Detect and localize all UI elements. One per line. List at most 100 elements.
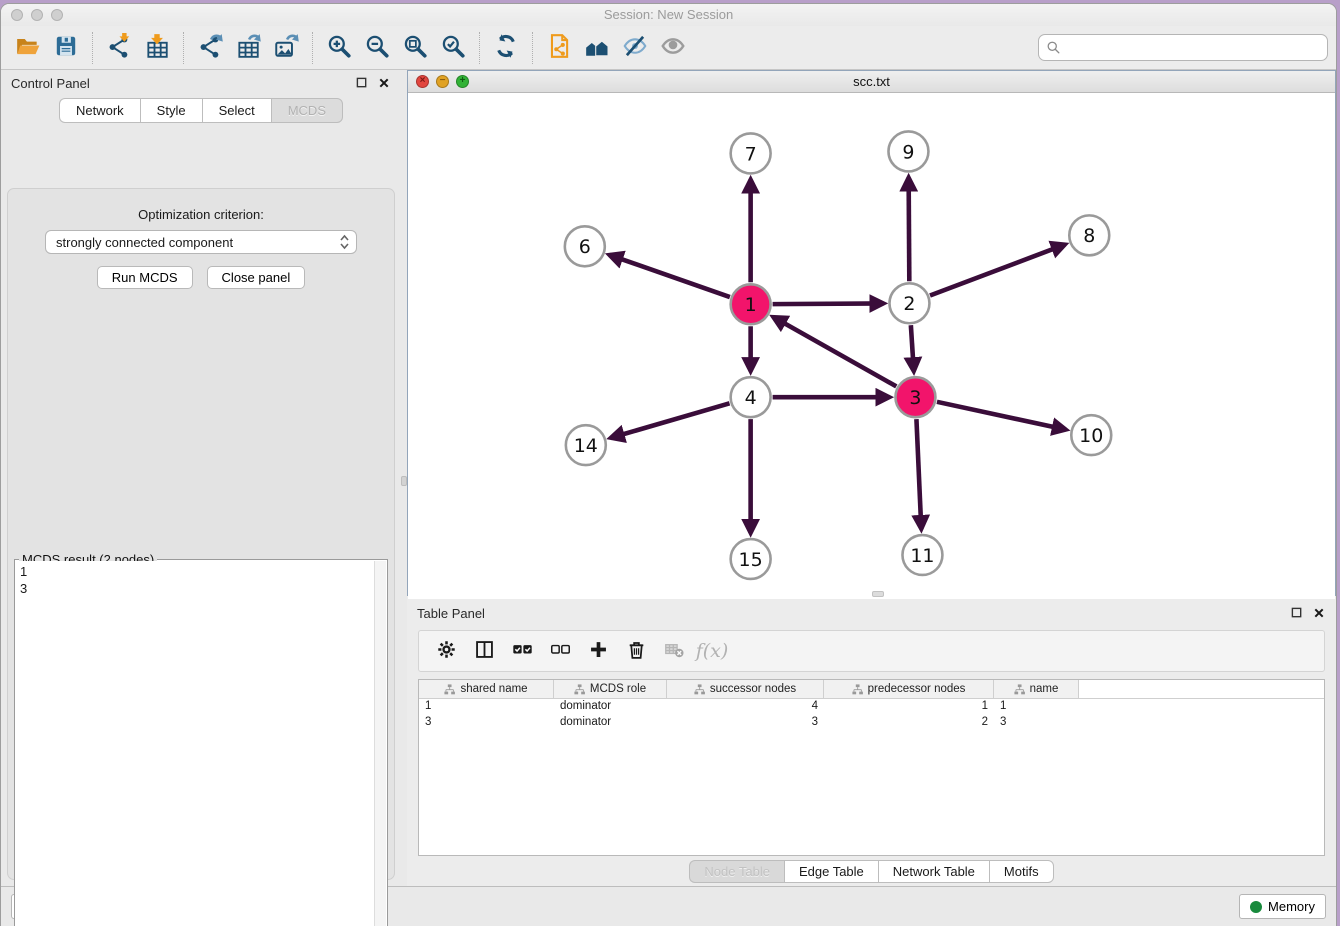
delete-columns-button[interactable]	[619, 634, 653, 668]
network-window-grip[interactable]	[872, 591, 884, 597]
column-header-MCDS-role[interactable]: MCDS role	[554, 680, 667, 698]
window-minimize-button[interactable]	[31, 9, 43, 21]
show-all-button[interactable]	[654, 30, 692, 66]
table-cell[interactable]: 2	[824, 715, 994, 731]
table-settings-button[interactable]	[429, 634, 463, 668]
memory-button[interactable]: Memory	[1239, 894, 1326, 919]
graph-node-10[interactable]: 10	[1071, 415, 1111, 455]
window-close-button[interactable]	[11, 9, 23, 21]
export-table-button[interactable]	[229, 30, 267, 66]
search-icon	[1046, 40, 1061, 55]
graph-edge-2-9[interactable]	[909, 177, 910, 281]
mcds-result-scrollbar[interactable]	[374, 561, 386, 926]
graph-node-15[interactable]: 15	[731, 539, 771, 579]
table-cell[interactable]: 4	[667, 699, 824, 715]
graph-edge-2-3[interactable]	[911, 325, 914, 371]
import-table-button[interactable]	[138, 30, 176, 66]
graph-edge-3-10[interactable]	[937, 402, 1066, 430]
open-file-icon	[15, 33, 41, 62]
column-header-shared-name[interactable]: shared name	[419, 680, 554, 698]
table-cell[interactable]: dominator	[554, 699, 667, 715]
graph-node-11[interactable]: 11	[902, 535, 942, 575]
tab-edge-table[interactable]: Edge Table	[784, 860, 878, 883]
table-row[interactable]: 1dominator411	[419, 699, 1324, 715]
zoom-selected-button[interactable]	[434, 30, 472, 66]
graph-node-8[interactable]: 8	[1069, 215, 1109, 255]
mcds-result-box: MCDS result (2 nodes) 13	[14, 559, 388, 926]
mcds-result-text[interactable]: 13	[16, 561, 374, 926]
table-panel-close-icon[interactable]	[1311, 606, 1326, 621]
deselect-all-button[interactable]	[543, 634, 577, 668]
tab-motifs[interactable]: Motifs	[989, 860, 1054, 883]
import-network-button[interactable]	[100, 30, 138, 66]
search-input[interactable]	[1038, 34, 1328, 61]
graph-edge-1-2[interactable]	[773, 303, 884, 304]
graph-node-label: 4	[745, 387, 757, 409]
control-panel-float-icon[interactable]	[354, 76, 369, 91]
table-cell[interactable]: 3	[667, 715, 824, 731]
zoom-out-button[interactable]	[358, 30, 396, 66]
delete-table-button	[657, 634, 691, 668]
tab-network-table[interactable]: Network Table	[878, 860, 989, 883]
graph-node-label: 3	[909, 387, 921, 409]
network-canvas[interactable]: 7 9 6 8 1 2 4 3 14 10 15 11	[408, 93, 1335, 599]
close-panel-button[interactable]: Close panel	[207, 266, 306, 289]
apply-layout-button[interactable]	[487, 30, 525, 66]
window-zoom-button[interactable]	[51, 9, 63, 21]
stepper-arrows-icon	[339, 234, 350, 250]
zoom-in-button[interactable]	[320, 30, 358, 66]
tab-mcds[interactable]: MCDS	[271, 98, 343, 123]
tab-style[interactable]: Style	[140, 98, 202, 123]
add-column-button[interactable]	[581, 634, 615, 668]
graph-edge-2-8[interactable]	[930, 245, 1065, 296]
graph-node-6[interactable]: 6	[565, 226, 605, 266]
zoom-fit-button[interactable]	[396, 30, 434, 66]
tab-network[interactable]: Network	[59, 98, 140, 123]
graph-node-7[interactable]: 7	[731, 133, 771, 173]
toggle-panel-mode-button[interactable]	[467, 634, 501, 668]
graph-node-1[interactable]: 1	[731, 284, 771, 324]
graph-node-3[interactable]: 3	[895, 377, 935, 417]
graph-node-2[interactable]: 2	[889, 283, 929, 323]
save-session-button[interactable]	[47, 30, 85, 66]
table-cell[interactable]: dominator	[554, 715, 667, 731]
column-header-successor-nodes[interactable]: successor nodes	[667, 680, 824, 698]
table-cell[interactable]: 3	[994, 715, 1079, 731]
toolbar-separator	[92, 32, 93, 64]
network-minimize-button[interactable]: −	[436, 75, 449, 88]
network-zoom-button[interactable]: +	[456, 75, 469, 88]
graph-node-14[interactable]: 14	[566, 425, 606, 465]
graph-edge-3-11[interactable]	[916, 419, 921, 529]
graph-node-label: 9	[902, 141, 914, 163]
graph-edge-4-14[interactable]	[611, 403, 730, 438]
export-network-button[interactable]	[191, 30, 229, 66]
export-image-button[interactable]	[267, 30, 305, 66]
graph-edge-1-6[interactable]	[609, 255, 730, 297]
table-settings-icon	[436, 639, 457, 663]
graph-edge-3-1[interactable]	[773, 317, 896, 386]
network-close-button[interactable]: ×	[416, 75, 429, 88]
control-panel-close-icon[interactable]	[376, 76, 391, 91]
open-file-button[interactable]	[9, 30, 47, 66]
table-cell[interactable]: 1	[994, 699, 1079, 715]
new-network-from-selection-button[interactable]	[540, 30, 578, 66]
graph-node-9[interactable]: 9	[888, 131, 928, 171]
node-table: shared nameMCDS rolesuccessor nodesprede…	[418, 679, 1325, 856]
column-header-name[interactable]: name	[994, 680, 1079, 698]
graph-node-4[interactable]: 4	[731, 377, 771, 417]
optimization-criterion-select[interactable]: strongly connected component	[45, 230, 357, 254]
table-row[interactable]: 3dominator323	[419, 715, 1324, 731]
column-header-predecessor-nodes[interactable]: predecessor nodes	[824, 680, 994, 698]
tab-node-table[interactable]: Node Table	[689, 860, 784, 883]
run-mcds-button[interactable]: Run MCDS	[97, 266, 193, 289]
mcds-result-line: 3	[20, 580, 370, 597]
tab-select[interactable]: Select	[202, 98, 271, 123]
first-neighbors-button[interactable]	[578, 30, 616, 66]
select-all-button[interactable]	[505, 634, 539, 668]
table-cell[interactable]: 1	[419, 699, 554, 715]
table-cell[interactable]: 1	[824, 699, 994, 715]
table-panel-float-icon[interactable]	[1289, 606, 1304, 621]
table-cell[interactable]: 3	[419, 715, 554, 731]
hide-selected-button[interactable]	[616, 30, 654, 66]
control-panel-title: Control Panel	[11, 76, 90, 91]
